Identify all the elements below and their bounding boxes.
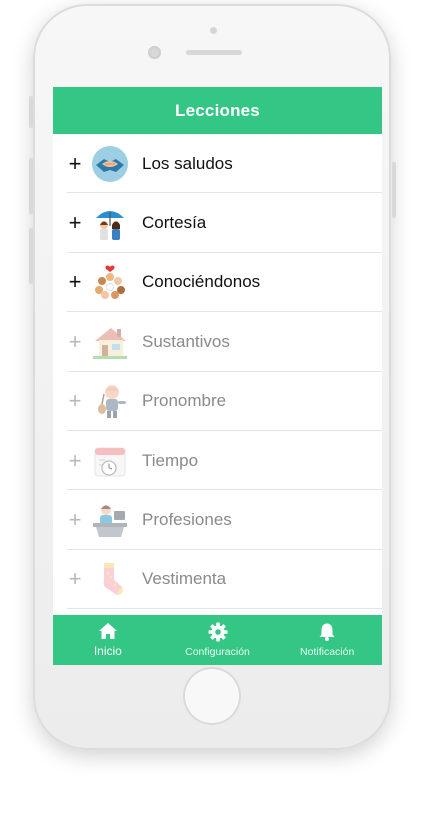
lesson-label: Los saludos (142, 153, 233, 173)
lesson-label: Sustantivos (142, 331, 230, 351)
mute-switch (29, 96, 33, 128)
home-icon (98, 623, 117, 639)
tab-label: Configuración (185, 646, 250, 658)
proximity-sensor (210, 27, 217, 34)
lesson-item-vestimenta[interactable]: + Vestimenta (53, 550, 382, 610)
tab-label: Inicio (93, 644, 122, 658)
lesson-label: Conociéndonos (142, 272, 261, 292)
expand-icon[interactable]: + (66, 330, 84, 353)
umbrella-couple-icon (96, 211, 124, 241)
expand-icon[interactable]: + (66, 271, 84, 293)
handshake-icon (92, 145, 128, 182)
gear-icon (208, 622, 227, 642)
expand-icon[interactable]: + (66, 509, 84, 531)
lesson-item-conociendonos[interactable]: + Conociéndonos (53, 253, 382, 313)
front-camera (148, 46, 161, 59)
boy-guitar-icon (98, 385, 126, 419)
lesson-item-sustantivos[interactable]: + Sustantivos (53, 312, 382, 372)
lesson-item-cortesia[interactable]: + Cortesía (53, 193, 382, 253)
expand-icon[interactable]: + (66, 449, 84, 472)
calendar-clock-icon (94, 447, 126, 477)
lesson-item-pronombre[interactable]: + Pronombre (53, 372, 382, 431)
expand-icon[interactable]: + (66, 212, 84, 234)
lesson-item-tiempo[interactable]: + Tiempo (53, 431, 382, 491)
tab-notificacion[interactable]: Notificación (272, 615, 382, 665)
earpiece-speaker (186, 50, 242, 55)
app-header: Lecciones (53, 87, 382, 134)
bell-icon (319, 623, 335, 641)
lesson-list: + Los saludos + Cortesía + Conociéndonos… (53, 134, 382, 615)
people-circle-icon (95, 265, 125, 300)
bottom-tab-bar: Inicio Configuración Notificación (53, 615, 382, 665)
divider (67, 608, 382, 610)
house-icon (93, 327, 127, 359)
tab-inicio[interactable]: Inicio (53, 615, 163, 665)
volume-up-button (29, 158, 33, 214)
tab-label: Notificación (300, 646, 355, 658)
lesson-label: Vestimenta (142, 569, 227, 589)
lesson-label: Pronombre (142, 391, 227, 411)
home-button[interactable] (183, 667, 241, 725)
sock-icon (103, 563, 123, 596)
office-worker-icon (93, 505, 127, 538)
expand-icon[interactable]: + (66, 568, 84, 590)
lesson-item-saludos[interactable]: + Los saludos (53, 134, 382, 194)
expand-icon[interactable]: + (66, 390, 84, 412)
volume-down-button (29, 228, 33, 284)
lesson-label: Tiempo (142, 450, 199, 470)
lesson-label: Cortesía (142, 213, 207, 233)
tab-configuracion[interactable]: Configuración (163, 615, 273, 665)
expand-icon[interactable]: + (66, 152, 84, 175)
app-screen: Lecciones + Los saludos + Cortesía + Con… (53, 87, 382, 665)
lesson-item-profesiones[interactable]: + Profesiones (53, 490, 382, 550)
power-button (392, 162, 396, 218)
page-title: Lecciones (175, 100, 260, 120)
lesson-label: Profesiones (142, 510, 232, 530)
